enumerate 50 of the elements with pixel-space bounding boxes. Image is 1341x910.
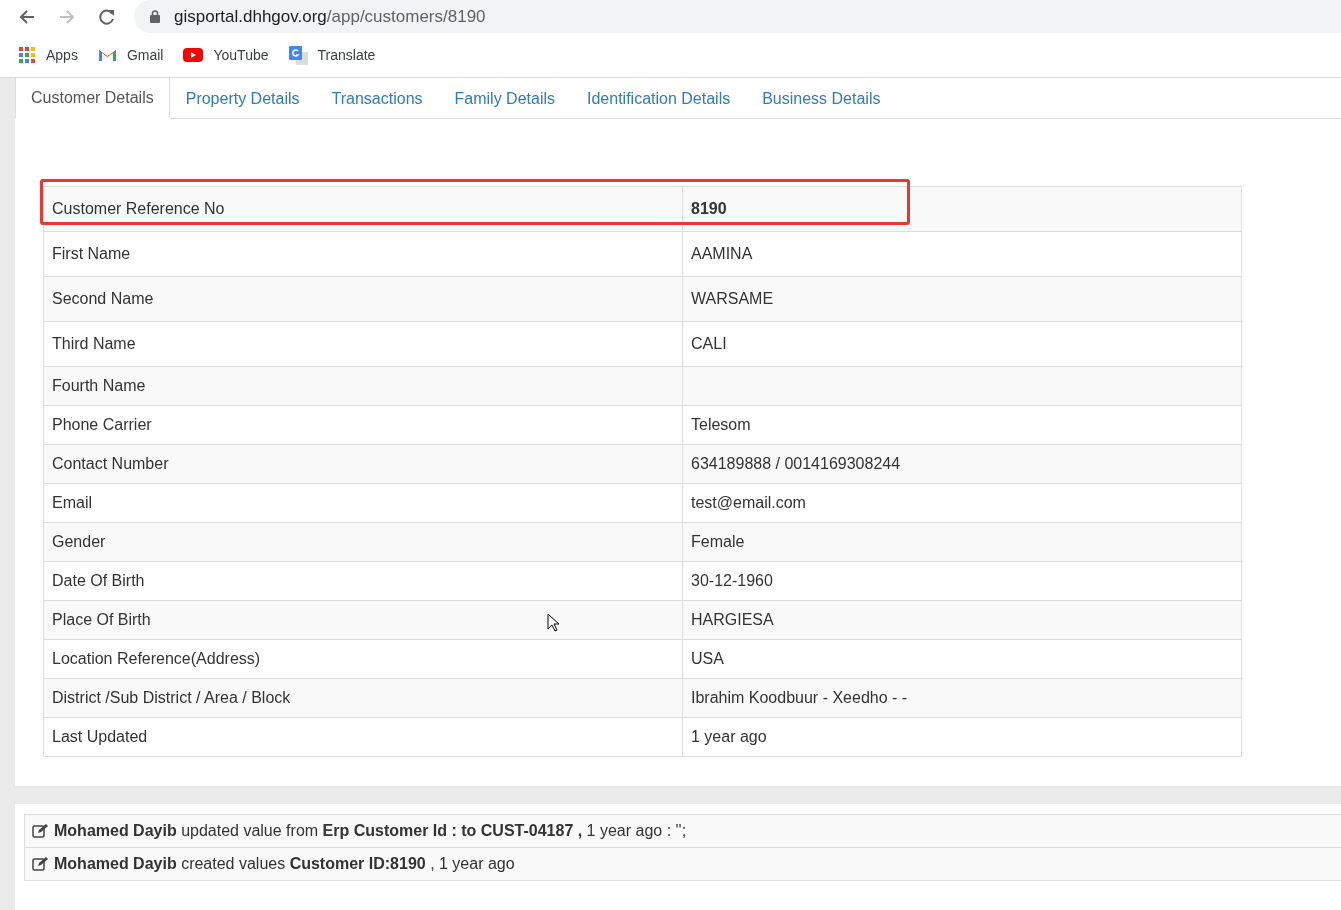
field-label: Fourth Name: [44, 367, 683, 405]
tab[interactable]: Property Details: [169, 78, 316, 119]
field-value: test@email.com: [690, 493, 807, 513]
bookmark-link[interactable]: Gmail: [97, 44, 164, 66]
back-icon[interactable]: [18, 7, 36, 26]
bookmark-link[interactable]: Apps: [19, 44, 78, 66]
url-text: gisportal.dhhgov.org/app/customers/8190: [174, 5, 486, 28]
field-value: CALI: [690, 334, 728, 354]
translate-icon: [288, 45, 308, 65]
field-label: Gender: [44, 523, 683, 561]
field-label: Customer Reference No: [44, 187, 683, 231]
play-icon: [183, 48, 204, 62]
field-label: Date Of Birth: [44, 562, 683, 600]
field-label: Third Name: [44, 322, 683, 366]
mouse-pointer-icon: [547, 613, 559, 632]
bookmark-link[interactable]: YouTube: [183, 44, 269, 66]
mail-icon: [97, 48, 117, 62]
bookmark-link[interactable]: Translate: [288, 44, 376, 66]
field-value: USA: [690, 649, 725, 669]
field-value: Ibrahim Koodbuur - Xeedho - -: [690, 688, 909, 708]
field-value: HARGIESA: [690, 610, 775, 630]
field-label: Second Name: [44, 277, 683, 321]
field-label: Contact Number: [44, 445, 683, 483]
field-label: First Name: [44, 232, 683, 276]
tab[interactable]: Customer Details: [15, 78, 170, 119]
tab[interactable]: Family Details: [438, 78, 571, 119]
field-value: AAMINA: [690, 244, 754, 264]
field-value: WARSAME: [690, 289, 775, 309]
address-bar[interactable]: gisportal.dhhgov.org/app/customers/8190: [134, 0, 1341, 33]
activity-entry: Mohamed Dayib updated value from Erp Customer Id : to CUST-04187 , 1 year ago : '';: [54, 821, 687, 841]
activity-entry: Mohamed Dayib created values Customer ID:8190 , 1 year ago: [54, 854, 515, 874]
field-value: 1 year ago: [690, 727, 768, 747]
edit-icon: [32, 824, 48, 838]
apps-grid-icon: [19, 46, 36, 64]
field-value: Female: [690, 532, 746, 552]
tab[interactable]: Identification Details: [571, 78, 747, 119]
tab[interactable]: Transactions: [315, 78, 439, 119]
edit-icon: [32, 857, 48, 871]
field-label: Phone Carrier: [44, 406, 683, 444]
tab[interactable]: Business Details: [746, 78, 897, 119]
field-label: Location Reference(Address): [44, 640, 683, 678]
reload-icon[interactable]: [98, 7, 116, 26]
field-value: 8190: [690, 199, 728, 219]
field-label: Last Updated: [44, 718, 683, 756]
field-value: 634189888 / 0014169308244: [690, 454, 902, 474]
lock-icon: [150, 10, 160, 23]
field-value: 30-12-1960: [690, 571, 774, 591]
field-value: Telesom: [690, 415, 752, 435]
field-label: Email: [44, 484, 683, 522]
field-label: District /Sub District / Area / Block: [44, 679, 683, 717]
